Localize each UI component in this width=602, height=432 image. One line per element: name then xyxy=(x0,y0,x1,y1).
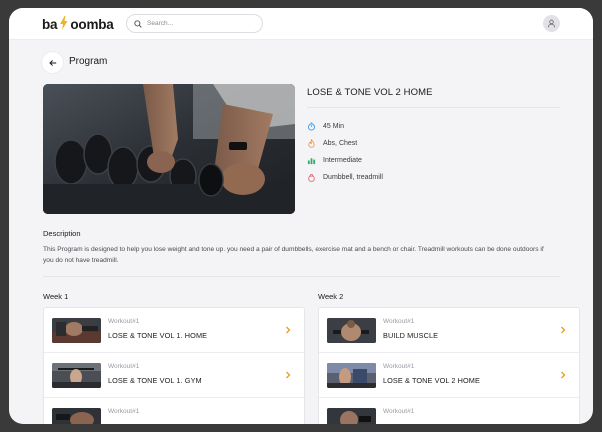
device-frame: ba oomba Search... Program LOSE & TONE V… xyxy=(0,0,602,432)
meta-level: Intermediate xyxy=(307,152,383,169)
workout-item[interactable]: Workout#1 xyxy=(319,398,579,424)
workout-thumbnail xyxy=(327,318,376,343)
week-1-title: Week 1 xyxy=(43,292,69,301)
logo[interactable]: ba oomba xyxy=(42,15,114,33)
workout-thumbnail xyxy=(327,363,376,388)
workout-number: Workout#1 xyxy=(108,318,140,325)
meta-target: Abs, Chest xyxy=(307,135,383,152)
workout-name: LOSE & TONE VOL 1. GYM xyxy=(108,376,202,385)
week-2-list: Workout#1 BUILD MUSCLE Workout#1 LOSE & … xyxy=(318,307,580,424)
search-icon xyxy=(134,15,142,33)
week-1-list: Workout#1 LOSE & TONE VOL 1. HOME Workou… xyxy=(43,307,305,424)
search-box[interactable] xyxy=(126,14,263,33)
page-title: Program xyxy=(69,56,108,67)
divider xyxy=(43,276,560,277)
description-title: Description xyxy=(43,229,81,238)
program-title: LOSE & TONE VOL 2 HOME xyxy=(307,87,433,98)
week-2-title: Week 2 xyxy=(318,292,344,301)
app-screen: ba oomba Search... Program LOSE & TONE V… xyxy=(9,8,593,424)
meta-target-text: Abs, Chest xyxy=(323,140,358,147)
workout-item[interactable]: Workout#1 BUILD MUSCLE xyxy=(319,308,579,353)
meta-duration-text: 45 Min xyxy=(323,123,345,130)
chevron-right-icon xyxy=(561,326,566,334)
workout-number: Workout#1 xyxy=(383,408,415,415)
program-meta: 45 Min Abs, Chest Intermediate Dumbbell,… xyxy=(307,118,383,186)
workout-item[interactable]: Workout#1 LOSE & TONE VOL 1. GYM xyxy=(44,353,304,398)
workout-item[interactable]: Workout#1 xyxy=(44,398,304,424)
program-hero-image xyxy=(43,84,295,214)
top-bar: ba oomba xyxy=(9,8,593,40)
workout-name: BUILD MUSCLE xyxy=(383,331,439,340)
meta-equipment: Dumbbell, treadmill xyxy=(307,169,383,186)
kettlebell-icon xyxy=(307,173,316,182)
workout-number: Workout#1 xyxy=(108,408,140,415)
workout-thumbnail xyxy=(52,318,101,343)
user-avatar[interactable] xyxy=(543,15,560,32)
logo-text-left: ba xyxy=(42,16,58,32)
divider xyxy=(307,107,560,108)
meta-level-text: Intermediate xyxy=(323,157,362,164)
logo-text-right: oomba xyxy=(70,16,114,32)
chevron-right-icon xyxy=(561,371,566,379)
workout-thumbnail xyxy=(327,408,376,424)
workout-thumbnail xyxy=(52,408,101,424)
search-input[interactable] xyxy=(147,20,257,27)
workout-number: Workout#1 xyxy=(108,363,140,370)
workout-number: Workout#1 xyxy=(383,318,415,325)
bar-chart-icon xyxy=(307,156,316,165)
stopwatch-icon xyxy=(307,122,316,131)
workout-name: LOSE & TONE VOL 1. HOME xyxy=(108,331,208,340)
workout-number: Workout#1 xyxy=(383,363,415,370)
chevron-right-icon xyxy=(286,326,291,334)
workout-item[interactable]: Workout#1 LOSE & TONE VOL 1. HOME xyxy=(44,308,304,353)
workout-thumbnail xyxy=(52,363,101,388)
flame-icon xyxy=(307,139,316,148)
back-button[interactable] xyxy=(42,52,63,73)
arrow-left-icon xyxy=(48,59,56,66)
chevron-right-icon xyxy=(286,371,291,379)
workout-name: LOSE & TONE VOL 2 HOME xyxy=(383,376,480,385)
logo-mark-icon xyxy=(58,16,69,30)
user-icon xyxy=(547,19,556,28)
meta-duration: 45 Min xyxy=(307,118,383,135)
meta-equipment-text: Dumbbell, treadmill xyxy=(323,174,383,181)
workout-item[interactable]: Workout#1 LOSE & TONE VOL 2 HOME xyxy=(319,353,579,398)
description-text: This Program is designed to help you los… xyxy=(43,246,544,264)
